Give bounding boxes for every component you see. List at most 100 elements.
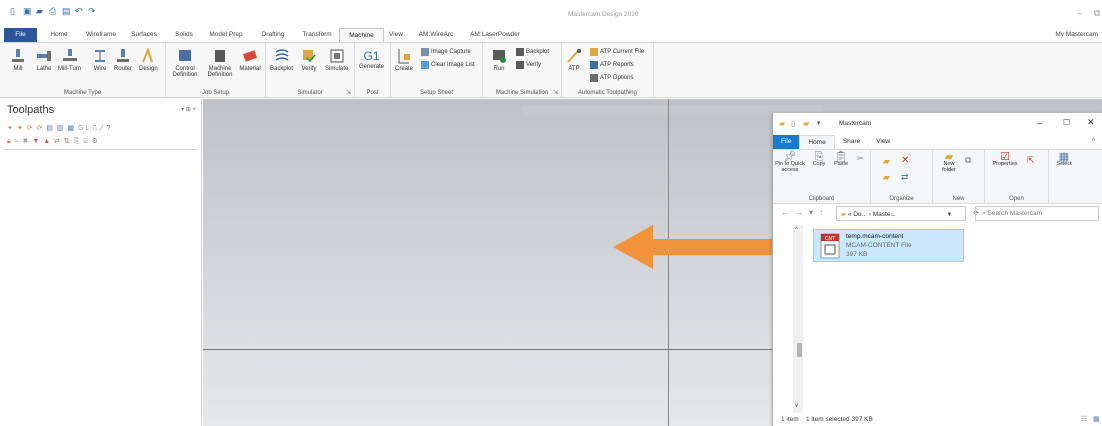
wire-button[interactable]: Wire bbox=[92, 48, 108, 72]
verify-tool-icon[interactable]: ▥ bbox=[57, 125, 65, 132]
forward-icon[interactable]: → bbox=[795, 208, 809, 217]
nav-buttons[interactable]: ←→▾↑ bbox=[781, 208, 829, 217]
tab-surfaces[interactable]: Surfaces bbox=[121, 28, 167, 42]
open-icon[interactable]: ▰ bbox=[36, 7, 45, 16]
copy-to-icon[interactable]: ▰ bbox=[883, 172, 890, 183]
minimize-icon[interactable]: – bbox=[1037, 118, 1042, 128]
explorer-tab-view[interactable]: View bbox=[868, 135, 898, 149]
high-feed-icon[interactable]: ⎍ bbox=[92, 125, 98, 132]
lock-icon[interactable]: 🔒︎ bbox=[7, 138, 12, 145]
file-item[interactable]: CNT temp.mcam-content MCAM-CONTENT File … bbox=[813, 229, 964, 262]
address-dropdown-icon[interactable]: ▾ bbox=[948, 210, 951, 218]
back-icon[interactable]: ← bbox=[781, 208, 795, 217]
move-down-icon[interactable]: ▼ bbox=[32, 138, 40, 145]
control-definition-button[interactable]: Control Definition bbox=[170, 48, 200, 78]
scroll-thumb[interactable] bbox=[797, 343, 802, 357]
undo-icon[interactable]: ↶ bbox=[75, 7, 84, 16]
toggle-display-icon[interactable]: ⁄ bbox=[101, 125, 103, 132]
post-tool-icon[interactable]: G1 bbox=[78, 125, 89, 132]
tab-home[interactable]: Home bbox=[37, 28, 81, 42]
backplot-button[interactable]: Backplot bbox=[270, 48, 293, 72]
clear-image-list-button[interactable]: Clear Image List bbox=[421, 61, 475, 69]
verify-button[interactable]: Verify bbox=[301, 48, 317, 72]
simulate-button[interactable]: Simulate bbox=[325, 48, 348, 72]
open-icon[interactable]: ⇱ bbox=[1027, 155, 1035, 166]
image-capture-button[interactable]: Image Capture bbox=[421, 48, 471, 56]
mill-turn-button[interactable]: Mill-Turn bbox=[58, 48, 81, 72]
select-button[interactable]: ▦ Select bbox=[1051, 152, 1077, 167]
new-folder-qat-icon[interactable]: ▰ bbox=[803, 119, 809, 128]
toolpaths-toolbar[interactable]: ✦ ✦ ⟳ ⟳ ▤ ▥ ▦ G1 ⎍ ⁄ ? 🔒︎ ≈ ✖ ▼ ▲ ⇄ ⇅ ⎘ … bbox=[7, 122, 197, 148]
rename-icon[interactable]: ⇄ bbox=[901, 172, 909, 183]
explorer-tab-home[interactable]: Home bbox=[799, 135, 835, 149]
machine-backplot-button[interactable]: Backplot bbox=[516, 48, 549, 56]
tab-am-laserpowder[interactable]: AM:LaserPowder bbox=[464, 28, 526, 42]
backplot-tool-icon[interactable]: ▤ bbox=[46, 125, 54, 132]
atp-options-button[interactable]: ATP Options bbox=[590, 74, 633, 82]
tab-view[interactable]: View bbox=[384, 28, 408, 42]
new-folder-button[interactable]: ▰ New folder bbox=[937, 152, 961, 174]
tab-file[interactable]: File bbox=[4, 28, 37, 42]
minimize-icon[interactable]: – bbox=[1077, 8, 1082, 18]
machine-definition-button[interactable]: Machine Definition bbox=[202, 48, 238, 78]
atp-button[interactable]: ATP bbox=[566, 48, 582, 72]
regenerate-dirty-icon[interactable]: ⟳ bbox=[36, 125, 43, 132]
atp-reports-button[interactable]: ATP Reports bbox=[590, 61, 634, 69]
large-icons-view-icon[interactable]: ▦ bbox=[1093, 415, 1100, 423]
maximize-icon[interactable]: ☐ bbox=[1063, 118, 1070, 127]
save-icon[interactable]: ▣ bbox=[23, 7, 32, 16]
scrollbar[interactable] bbox=[793, 225, 803, 413]
panel-controls[interactable]: ▾ ⊞ × bbox=[181, 106, 196, 113]
up-icon[interactable]: ↑ bbox=[819, 208, 829, 217]
design-button[interactable]: Design bbox=[139, 48, 158, 72]
select-failed-icon[interactable]: ✦ bbox=[17, 125, 24, 132]
paste-button[interactable]: 📋︎ Paste bbox=[831, 152, 851, 167]
select-all-icon[interactable]: ✦ bbox=[7, 125, 14, 132]
redo-icon[interactable]: ↷ bbox=[88, 7, 97, 16]
move-to-icon[interactable]: ▰ bbox=[883, 156, 890, 167]
print-icon[interactable]: ⎙ bbox=[49, 7, 58, 16]
dialog-launcher-icon[interactable]: ⇲ bbox=[553, 89, 558, 96]
tab-wireframe[interactable]: Wireframe bbox=[81, 28, 121, 42]
delete-icon[interactable]: ✖ bbox=[22, 138, 29, 145]
material-button[interactable]: Material bbox=[238, 48, 262, 72]
restore-icon[interactable]: ⧉ bbox=[1094, 8, 1100, 19]
close-icon[interactable]: ✕ bbox=[1087, 117, 1095, 128]
tab-am-wirearc[interactable]: AM:WireArc bbox=[408, 28, 464, 42]
properties-button[interactable]: ☑ Properties bbox=[989, 152, 1021, 167]
recent-dropdown-icon[interactable]: ▾ bbox=[809, 208, 819, 217]
pin-quick-access-button[interactable]: 📌︎ Pin to Quick access bbox=[775, 152, 805, 174]
tab-machine[interactable]: Machine bbox=[339, 28, 384, 42]
router-button[interactable]: Router bbox=[114, 48, 132, 72]
run-button[interactable]: Run bbox=[491, 48, 507, 72]
delete-icon[interactable]: ✕ bbox=[901, 155, 909, 166]
search-input[interactable]: ⌕ Search Mastercam bbox=[975, 206, 1099, 221]
atp-current-file-button[interactable]: ATP Current File bbox=[590, 48, 644, 56]
manager-options-icon[interactable]: ⚙ bbox=[91, 138, 98, 145]
dialog-launcher-icon[interactable]: ⇲ bbox=[346, 89, 351, 96]
qat-dropdown-icon[interactable]: ▾ bbox=[817, 119, 821, 127]
details-view-icon[interactable]: ☷ bbox=[1081, 415, 1087, 423]
tab-model-prep[interactable]: Model Prep bbox=[201, 28, 251, 42]
explorer-tab-file[interactable]: File bbox=[773, 135, 800, 149]
scroll-to-arrow-icon[interactable]: ⇅ bbox=[64, 138, 71, 145]
scroll-up-icon[interactable]: ^ bbox=[795, 227, 798, 233]
address-bar[interactable]: ▰ « Do... › Maste... ▾ ⟳ bbox=[836, 206, 979, 221]
cut-icon[interactable]: ✂ bbox=[857, 154, 864, 163]
single-display-icon[interactable]: ⎘ bbox=[74, 138, 81, 145]
tab-solids[interactable]: Solids bbox=[167, 28, 201, 42]
tab-drafting[interactable]: Drafting bbox=[251, 28, 295, 42]
scroll-down-icon[interactable]: v bbox=[795, 403, 798, 409]
machine-verify-button[interactable]: Verify bbox=[516, 61, 541, 69]
ribbon-collapse-icon[interactable]: ^ bbox=[1084, 135, 1102, 149]
toolpath-filter-icon[interactable]: ⌸ bbox=[83, 138, 88, 145]
move-up-icon[interactable]: ▲ bbox=[43, 138, 51, 145]
posting-icon[interactable]: ≈ bbox=[15, 138, 20, 145]
create-button[interactable]: Create bbox=[395, 48, 413, 72]
regenerate-icon[interactable]: ⟳ bbox=[27, 125, 34, 132]
simulate-tool-icon[interactable]: ▦ bbox=[67, 125, 75, 132]
tab-transform[interactable]: Transform bbox=[295, 28, 339, 42]
copy-button[interactable]: ⎘ Copy bbox=[809, 152, 829, 167]
insert-arrow-icon[interactable]: ⇄ bbox=[54, 138, 61, 145]
help-icon[interactable]: ? bbox=[106, 125, 111, 132]
